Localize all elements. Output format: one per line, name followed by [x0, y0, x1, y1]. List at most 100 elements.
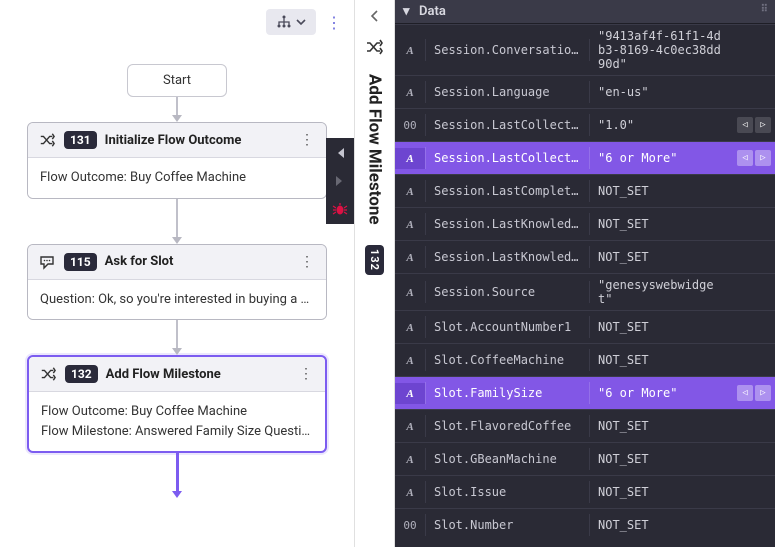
variable-key: Session.LastKnowledgeQu… [425, 246, 590, 268]
data-row[interactable]: ASession.ConversationId"9413af4f-61f1-4d… [395, 24, 775, 75]
next-value-button[interactable]: ▷ [755, 117, 771, 133]
variable-value: "9413af4f-61f1-4db3-8169-4c0ec38dd90d" [590, 25, 733, 75]
type-icon: A [395, 82, 425, 103]
block-title: Initialize Flow Outcome [105, 133, 290, 148]
block-menu-button[interactable]: ⋮ [297, 366, 315, 382]
prev-value-button[interactable]: ◁ [737, 385, 753, 401]
step-forward-icon[interactable] [331, 172, 349, 190]
variable-value: NOT_SET [590, 415, 733, 437]
variable-value: NOT_SET [590, 213, 733, 235]
block-id-badge: 131 [64, 131, 97, 149]
block-line: Flow Outcome: Buy Coffee Machine [40, 168, 314, 188]
shuffle-icon [365, 38, 385, 58]
block-line: Flow Milestone: Answered Family Size Que… [41, 422, 313, 442]
block-header: 132 Add Flow Milestone ⋮ [29, 357, 325, 392]
variable-key: Slot.Issue [425, 481, 590, 503]
data-row[interactable]: ASlot.FamilySize"6 or More"◁▷ [395, 376, 775, 409]
collapse-panel-button[interactable] [365, 6, 385, 26]
block-title: Add Flow Milestone [106, 367, 289, 382]
data-table[interactable]: ASession.ConversationId"9413af4f-61f1-4d… [395, 24, 775, 547]
flow-canvas-panel: ⋮ Start 131 Initialize Flow Outcome ⋮ Flow … [0, 0, 355, 547]
data-panel: ▾ Data ⠿ ASession.ConversationId"9413af4… [395, 0, 775, 547]
shuffle-icon [39, 365, 57, 383]
block-body: Question: Ok, so you're interested in bu… [28, 280, 326, 320]
debug-toolbar [326, 138, 354, 224]
type-icon: A [395, 282, 425, 303]
type-icon: A [395, 383, 425, 404]
shuffle-icon [38, 131, 56, 149]
prev-value-button[interactable]: ◁ [737, 117, 753, 133]
block-header: 115Ask for Slot⋮ [28, 245, 326, 280]
variable-key: Session.ConversationId [425, 39, 590, 61]
step-back-icon[interactable] [331, 144, 349, 162]
variable-value: NOT_SET [590, 246, 733, 268]
start-node[interactable]: Start [127, 64, 227, 97]
data-row[interactable]: 00Session.LastCollectionC…"1.0"◁▷ [395, 108, 775, 141]
type-icon: A [395, 247, 425, 268]
type-icon: A [395, 350, 425, 371]
variable-value: NOT_SET [590, 316, 733, 338]
variable-value: "6 or More" [590, 147, 733, 169]
data-panel-title: Data [419, 4, 446, 19]
variable-key: Slot.Number [425, 514, 590, 536]
data-row[interactable]: ASession.Language"en-us" [395, 75, 775, 108]
type-icon: A [395, 482, 425, 503]
variable-key: Slot.FlavoredCoffee [425, 415, 590, 437]
variable-value: "6 or More" [590, 382, 733, 404]
variable-value: NOT_SET [590, 349, 733, 371]
flow-block[interactable]: 131 Initialize Flow Outcome ⋮ Flow Outcome:… [27, 122, 327, 199]
selected-block-badge: 132 [365, 245, 384, 275]
bug-icon[interactable] [331, 200, 349, 218]
caret-down-icon: ▾ [403, 4, 413, 19]
variable-key: Slot.CoffeeMachine [425, 349, 590, 371]
variable-value: "en-us" [590, 81, 733, 103]
block-line: Question: Ok, so you're interested in bu… [40, 290, 314, 310]
next-value-button[interactable]: ▷ [755, 385, 771, 401]
data-row[interactable]: ASession.LastCollectionU…"6 or More"◁▷ [395, 141, 775, 174]
variable-value: NOT_SET [590, 448, 733, 470]
flow-block[interactable]: 132 Add Flow Milestone ⋮ Flow Outcome: Buy … [27, 355, 327, 453]
flow-block[interactable]: 115Ask for Slot⋮ Question: Ok, so you're … [27, 244, 327, 321]
data-panel-header[interactable]: ▾ Data ⠿ [395, 0, 775, 24]
type-icon: A [395, 449, 425, 470]
data-row[interactable]: ASlot.FlavoredCoffeeNOT_SET [395, 409, 775, 442]
canvas-menu-button[interactable]: ⋮ [322, 8, 346, 36]
type-icon: A [395, 317, 425, 338]
data-row[interactable]: ASession.LastCompletedIn…NOT_SET [395, 174, 775, 207]
variable-key: Session.LastCollectionU… [425, 147, 590, 169]
variable-key: Session.LastCollectionC… [425, 114, 590, 136]
data-row[interactable]: ASlot.GBeanMachineNOT_SET [395, 442, 775, 475]
variable-value: "genesyswebwidget" [590, 274, 733, 310]
next-value-button[interactable]: ▷ [755, 150, 771, 166]
variable-value: NOT_SET [590, 481, 733, 503]
data-row[interactable]: ASlot.AccountNumber1NOT_SET [395, 310, 775, 343]
block-body: Flow Outcome: Buy Coffee Machine [28, 158, 326, 198]
data-row[interactable]: 00Slot.NumberNOT_SET [395, 508, 775, 541]
flow-canvas[interactable]: Start 131 Initialize Flow Outcome ⋮ Flow Ou… [0, 44, 354, 547]
value-nav: ◁▷ [733, 385, 775, 401]
grip-icon[interactable]: ⠿ [761, 4, 769, 15]
variable-value: NOT_SET [590, 514, 733, 536]
type-icon: A [395, 181, 425, 202]
variable-key: Session.Language [425, 81, 590, 103]
variable-key: Slot.FamilySize [425, 382, 590, 404]
canvas-toolbar: ⋮ [0, 0, 354, 44]
block-body: Flow Outcome: Buy Coffee MachineFlow Mil… [29, 392, 325, 451]
type-icon: 00 [395, 515, 425, 536]
block-line: Flow Outcome: Buy Coffee Machine [41, 402, 313, 422]
prev-value-button[interactable]: ◁ [737, 150, 753, 166]
type-icon: A [395, 214, 425, 235]
chat-icon [38, 253, 56, 271]
block-menu-button[interactable]: ⋮ [298, 254, 316, 270]
data-row[interactable]: ASession.LastKnowledgeQu…NOT_SET [395, 240, 775, 273]
block-menu-button[interactable]: ⋮ [298, 132, 316, 148]
data-row[interactable]: ASession.Source"genesyswebwidget" [395, 273, 775, 310]
view-mode-button[interactable] [266, 9, 316, 35]
data-row[interactable]: ASlot.IssueNOT_SET [395, 475, 775, 508]
variable-key: Session.LastKnowledgeAn… [425, 213, 590, 235]
block-id-badge: 132 [65, 365, 98, 383]
data-row[interactable]: ASlot.CoffeeMachineNOT_SET [395, 343, 775, 376]
data-row[interactable]: ASession.LastKnowledgeAn…NOT_SET [395, 207, 775, 240]
type-icon: 00 [395, 115, 425, 136]
variable-value: NOT_SET [590, 180, 733, 202]
